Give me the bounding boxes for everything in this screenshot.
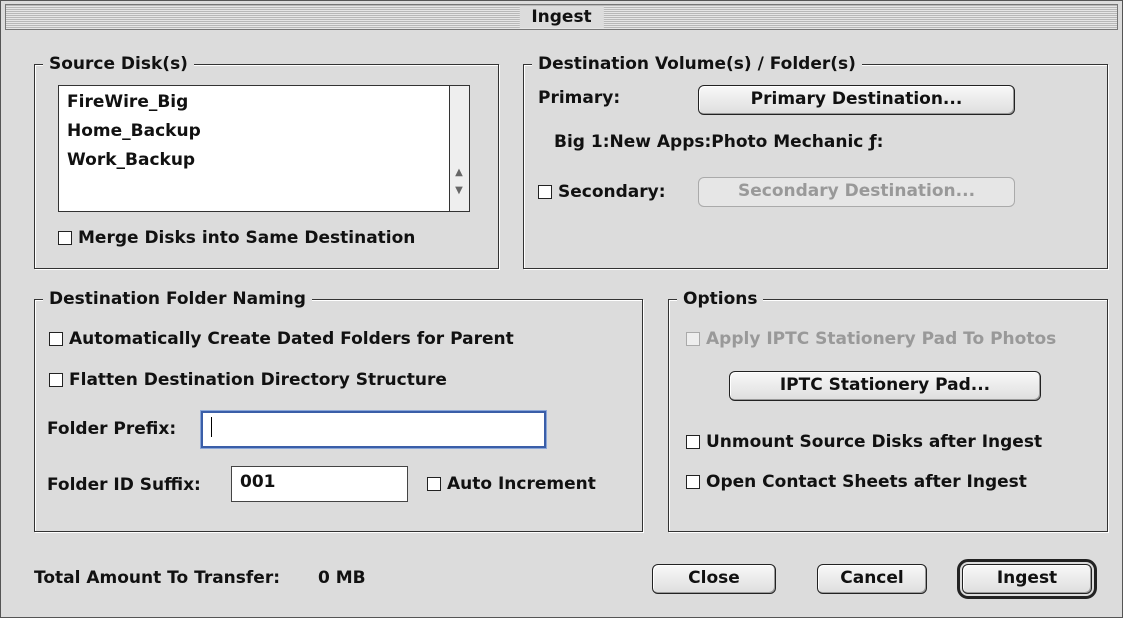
folder-id-suffix-input[interactable]: 001 [231, 466, 408, 502]
options-title: Options [677, 288, 764, 310]
iptc-stationery-pad-button[interactable]: IPTC Stationery Pad... [729, 371, 1041, 401]
contact-sheets-checkbox[interactable] [686, 475, 700, 489]
apply-iptc-checkbox[interactable] [686, 332, 700, 346]
contact-sheets-checkbox-row[interactable]: Open Contact Sheets after Ingest [686, 471, 1027, 493]
source-disks-title: Source Disk(s) [43, 53, 194, 75]
ingest-button[interactable]: Ingest [957, 559, 1097, 599]
total-transfer-value: 0 MB [318, 568, 366, 588]
unmount-checkbox[interactable] [686, 435, 700, 449]
unmount-checkbox-row[interactable]: Unmount Source Disks after Ingest [686, 431, 1042, 453]
merge-disks-label: Merge Disks into Same Destination [78, 228, 416, 248]
flatten-checkbox[interactable] [49, 373, 63, 387]
auto-dated-checkbox[interactable] [49, 332, 63, 346]
unmount-label: Unmount Source Disks after Ingest [706, 432, 1043, 452]
ingest-dialog: Ingest Source Disk(s) FireWire_Big Home_… [0, 0, 1123, 618]
list-scrollbar[interactable]: ▲ ▼ [449, 86, 469, 211]
auto-dated-label: Automatically Create Dated Folders for P… [69, 329, 514, 349]
apply-iptc-label: Apply IPTC Stationery Pad To Photos [706, 329, 1057, 349]
merge-disks-checkbox[interactable] [58, 231, 72, 245]
secondary-checkbox-row[interactable]: Secondary: [538, 181, 666, 203]
auto-increment-label: Auto Increment [447, 474, 596, 494]
folder-prefix-input[interactable] [201, 411, 546, 448]
list-item[interactable]: Home_Backup [59, 117, 449, 146]
source-disks-list[interactable]: FireWire_Big Home_Backup Work_Backup ▲ ▼ [58, 85, 470, 212]
scroll-up-arrow-icon[interactable]: ▲ [453, 166, 465, 179]
secondary-destination-button[interactable]: Secondary Destination... [698, 177, 1015, 207]
primary-destination-button[interactable]: Primary Destination... [698, 85, 1015, 115]
destination-title: Destination Volume(s) / Folder(s) [532, 53, 862, 75]
auto-dated-checkbox-row[interactable]: Automatically Create Dated Folders for P… [49, 328, 514, 350]
list-item[interactable]: Work_Backup [59, 146, 449, 175]
close-button[interactable]: Close [652, 564, 776, 594]
apply-iptc-checkbox-row[interactable]: Apply IPTC Stationery Pad To Photos [686, 328, 1056, 350]
folder-id-suffix-label: Folder ID Suffix: [47, 475, 201, 495]
folder-naming-title: Destination Folder Naming [43, 288, 312, 310]
primary-path: Big 1:New Apps:Photo Mechanic ƒ: [554, 132, 884, 152]
flatten-label: Flatten Destination Directory Structure [69, 370, 447, 390]
folder-prefix-label: Folder Prefix: [47, 419, 177, 439]
text-caret [211, 417, 212, 437]
primary-label: Primary: [538, 88, 621, 108]
contact-sheets-label: Open Contact Sheets after Ingest [706, 472, 1027, 492]
auto-increment-checkbox-row[interactable]: Auto Increment [427, 473, 596, 495]
scroll-down-arrow-icon[interactable]: ▼ [453, 184, 465, 197]
merge-disks-checkbox-row[interactable]: Merge Disks into Same Destination [58, 227, 415, 249]
cancel-button[interactable]: Cancel [817, 564, 927, 594]
secondary-checkbox[interactable] [538, 185, 552, 199]
list-item[interactable]: FireWire_Big [59, 88, 449, 117]
flatten-checkbox-row[interactable]: Flatten Destination Directory Structure [49, 369, 447, 391]
title-bar[interactable]: Ingest [5, 4, 1118, 30]
secondary-label: Secondary: [558, 182, 666, 202]
auto-increment-checkbox[interactable] [427, 477, 441, 491]
total-transfer-label: Total Amount To Transfer: [34, 568, 281, 588]
window-title: Ingest [519, 6, 604, 28]
